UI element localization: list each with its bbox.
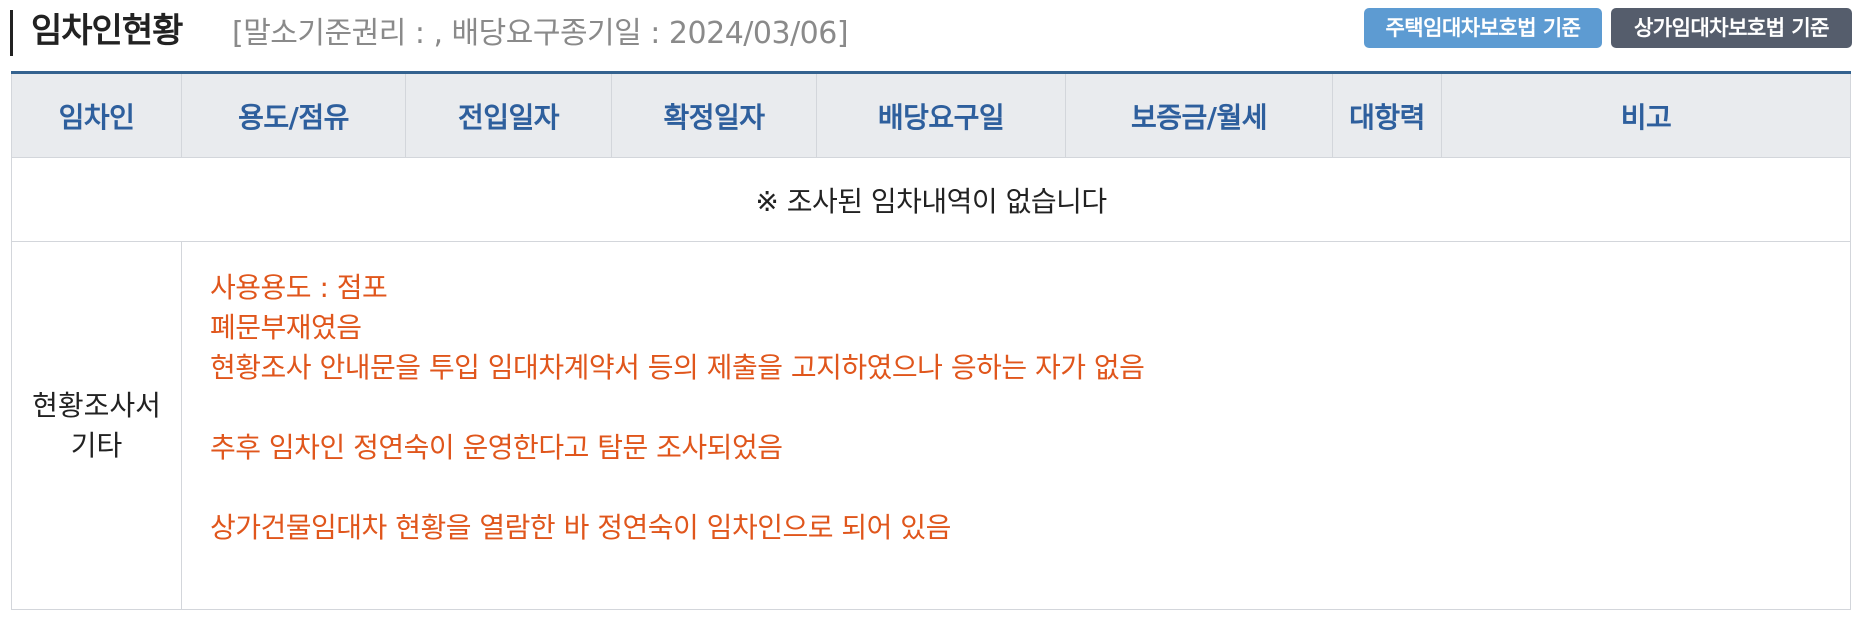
note-line: 상가건물임대차 현황을 열람한 바 정연숙이 임차인으로 되어 있음 [210, 511, 951, 544]
column-header-deposit-rent: 보증금/월세 [1065, 71, 1333, 158]
title-accent-bar [10, 10, 13, 56]
column-header-opposing-power: 대항력 [1332, 71, 1442, 158]
tenant-status-table: 임차인 용도/점유 전입일자 확정일자 배당요구일 보증금/월세 대항력 비고 … [11, 71, 1851, 610]
note-content: 사용용도 : 점포 폐문부재였음 현황조사 안내문을 투입 임대차계약서 등의 … [181, 241, 1851, 610]
housing-lease-law-button[interactable]: 주택임대차보호법 기준 [1364, 8, 1602, 48]
note-line: 현황조사 안내문을 투입 임대차계약서 등의 제출을 고지하였으나 응하는 자가… [210, 351, 1145, 384]
note-line: 사용용도 : 점포 [210, 271, 388, 304]
page-subtitle: [말소기준권리 : , 배당요구종기일 : 2024/03/06] [232, 16, 849, 51]
note-label-line: 기타 [70, 428, 123, 462]
note-line: 폐문부재였음 [210, 311, 362, 344]
column-header-move-in-date: 전입일자 [405, 71, 612, 158]
table-header-row: 임차인 용도/점유 전입일자 확정일자 배당요구일 보증금/월세 대항력 비고 [11, 71, 1851, 158]
column-header-dividend-request-date: 배당요구일 [816, 71, 1066, 158]
note-line: 추후 임차인 정연숙이 운영한다고 탐문 조사되었음 [210, 431, 783, 464]
table-row: 현황조사서 기타 사용용도 : 점포 폐문부재였음 현황조사 안내문을 투입 임… [11, 241, 1851, 610]
page-title: 임차인현황 [31, 11, 183, 51]
column-header-usage: 용도/점유 [181, 71, 406, 158]
note-label: 현황조사서 기타 [11, 241, 182, 610]
empty-message: ※ 조사된 임차내역이 없습니다 [11, 157, 1851, 242]
column-header-fixed-date: 확정일자 [611, 71, 817, 158]
table-row: ※ 조사된 임차내역이 없습니다 [11, 157, 1851, 242]
column-header-tenant: 임차인 [11, 71, 182, 158]
note-label-line: 현황조사서 [32, 388, 161, 422]
note-line [210, 388, 1850, 428]
commercial-lease-law-button[interactable]: 상가임대차보호법 기준 [1611, 8, 1852, 48]
note-line [210, 468, 1850, 508]
section-header: 임차인현황 [말소기준권리 : , 배당요구종기일 : 2024/03/06] … [0, 0, 1860, 62]
column-header-remarks: 비고 [1441, 71, 1851, 158]
